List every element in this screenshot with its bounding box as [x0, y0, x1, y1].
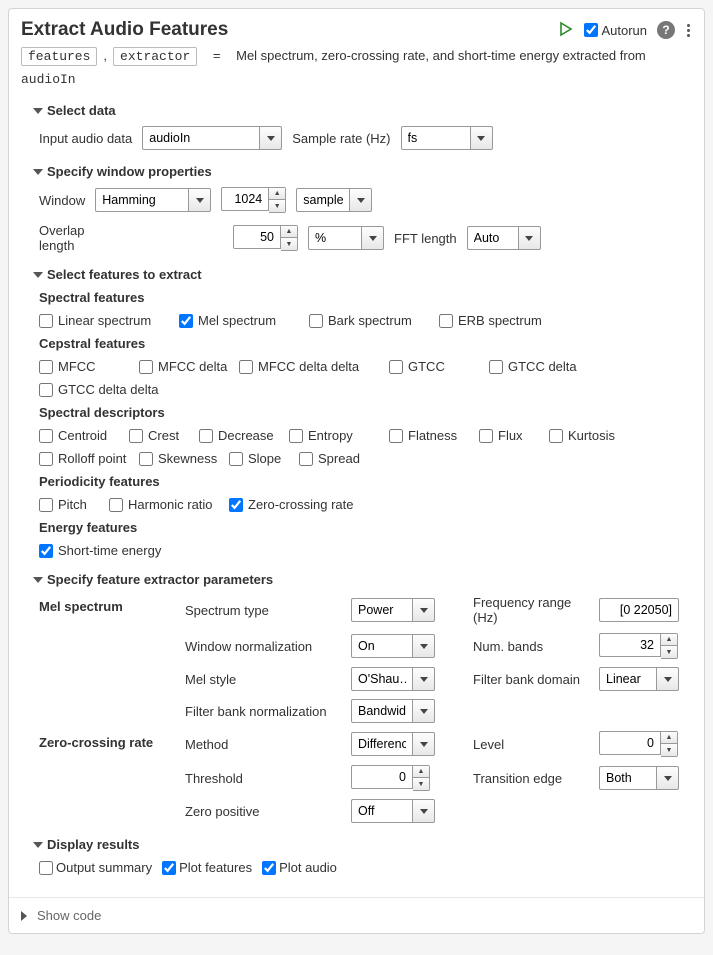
section-display-results[interactable]: Display results [33, 837, 692, 852]
spectrum-type-dropdown[interactable] [351, 598, 435, 622]
transition-edge-dropdown[interactable] [599, 766, 679, 790]
task-panel: Extract Audio Features Autorun ? feature… [8, 8, 705, 934]
section-window-props[interactable]: Specify window properties [33, 164, 692, 179]
show-code-toggle[interactable]: Show code [9, 897, 704, 933]
signature-row: features , extractor = Mel spectrum, zer… [9, 45, 704, 99]
feature-checkbox[interactable]: Skewness [139, 451, 229, 466]
fft-length-dropdown[interactable] [467, 226, 541, 250]
mel-style-dropdown[interactable] [351, 667, 435, 691]
feature-checkbox[interactable]: Linear spectrum [39, 313, 179, 328]
zero-positive-dropdown[interactable] [351, 799, 435, 823]
fb-domain-dropdown[interactable] [599, 667, 679, 691]
chevron-down-icon[interactable] [260, 126, 282, 150]
chevron-down-icon[interactable] [471, 126, 493, 150]
autorun-checkbox[interactable] [584, 23, 598, 37]
feature-checkbox[interactable]: Flatness [389, 428, 479, 443]
overlap-unit-dropdown[interactable] [308, 226, 384, 250]
level-spinner[interactable]: ▲▼ [599, 731, 678, 757]
feature-checkbox[interactable]: Centroid [39, 428, 129, 443]
task-title: Extract Audio Features [21, 19, 558, 41]
window-type-dropdown[interactable] [95, 188, 211, 212]
feature-checkbox[interactable]: GTCC delta delta [39, 382, 189, 397]
feature-checkbox[interactable]: MFCC delta delta [239, 359, 389, 374]
feature-checkbox[interactable]: GTCC [389, 359, 489, 374]
feature-checkbox[interactable]: MFCC delta [139, 359, 239, 374]
section-extractor-params[interactable]: Specify feature extractor parameters [33, 572, 692, 587]
feature-checkbox[interactable]: Flux [479, 428, 549, 443]
threshold-spinner[interactable]: ▲▼ [351, 765, 430, 791]
feature-checkbox[interactable]: Mel spectrum [179, 313, 309, 328]
fb-norm-dropdown[interactable] [351, 699, 435, 723]
feature-checkbox[interactable]: Pitch [39, 497, 109, 512]
feature-checkbox[interactable]: Spread [299, 451, 389, 466]
feature-checkbox[interactable]: Entropy [289, 428, 389, 443]
freq-range-input[interactable] [599, 598, 679, 622]
plot-audio-check[interactable]: Plot audio [262, 860, 337, 875]
chevron-down-icon[interactable] [189, 188, 211, 212]
feature-checkbox[interactable]: Rolloff point [39, 451, 139, 466]
feature-checkbox[interactable]: Slope [229, 451, 299, 466]
header: Extract Audio Features Autorun ? [9, 9, 704, 45]
section-select-features[interactable]: Select features to extract [33, 267, 692, 282]
sample-rate-dropdown[interactable] [401, 126, 493, 150]
input-audio-dropdown[interactable] [142, 126, 282, 150]
feature-checkbox[interactable]: Kurtosis [549, 428, 639, 443]
feature-checkbox[interactable]: ERB spectrum [439, 313, 569, 328]
section-select-data[interactable]: Select data [33, 103, 692, 118]
window-size-spinner[interactable]: ▲▼ [221, 187, 286, 213]
plot-features-check[interactable]: Plot features [162, 860, 252, 875]
feature-checkbox[interactable]: Crest [129, 428, 199, 443]
autorun-toggle[interactable]: Autorun [584, 23, 647, 38]
window-unit-dropdown[interactable] [296, 188, 372, 212]
feature-checkbox[interactable]: Decrease [199, 428, 289, 443]
overlap-spinner[interactable]: ▲▼ [233, 225, 298, 251]
feature-checkbox[interactable]: Zero-crossing rate [229, 497, 389, 512]
num-bands-spinner[interactable]: ▲▼ [599, 633, 678, 659]
output-features: features [21, 47, 97, 66]
feature-checkbox[interactable]: Short-time energy [39, 543, 219, 558]
output-summary-check[interactable]: Output summary [39, 860, 152, 875]
run-icon[interactable] [558, 21, 574, 40]
chevron-down-icon[interactable] [519, 226, 541, 250]
zcr-method-dropdown[interactable] [351, 732, 435, 756]
chevron-down-icon[interactable] [350, 188, 372, 212]
more-menu-icon[interactable] [685, 22, 692, 39]
feature-checkbox[interactable]: Bark spectrum [309, 313, 439, 328]
feature-checkbox[interactable]: MFCC [39, 359, 139, 374]
feature-checkbox[interactable]: GTCC delta [489, 359, 589, 374]
chevron-right-icon [21, 911, 27, 921]
output-extractor: extractor [113, 47, 197, 66]
chevron-down-icon[interactable] [362, 226, 384, 250]
help-icon[interactable]: ? [657, 21, 675, 39]
feature-checkbox[interactable]: Harmonic ratio [109, 497, 229, 512]
win-norm-dropdown[interactable] [351, 634, 435, 658]
